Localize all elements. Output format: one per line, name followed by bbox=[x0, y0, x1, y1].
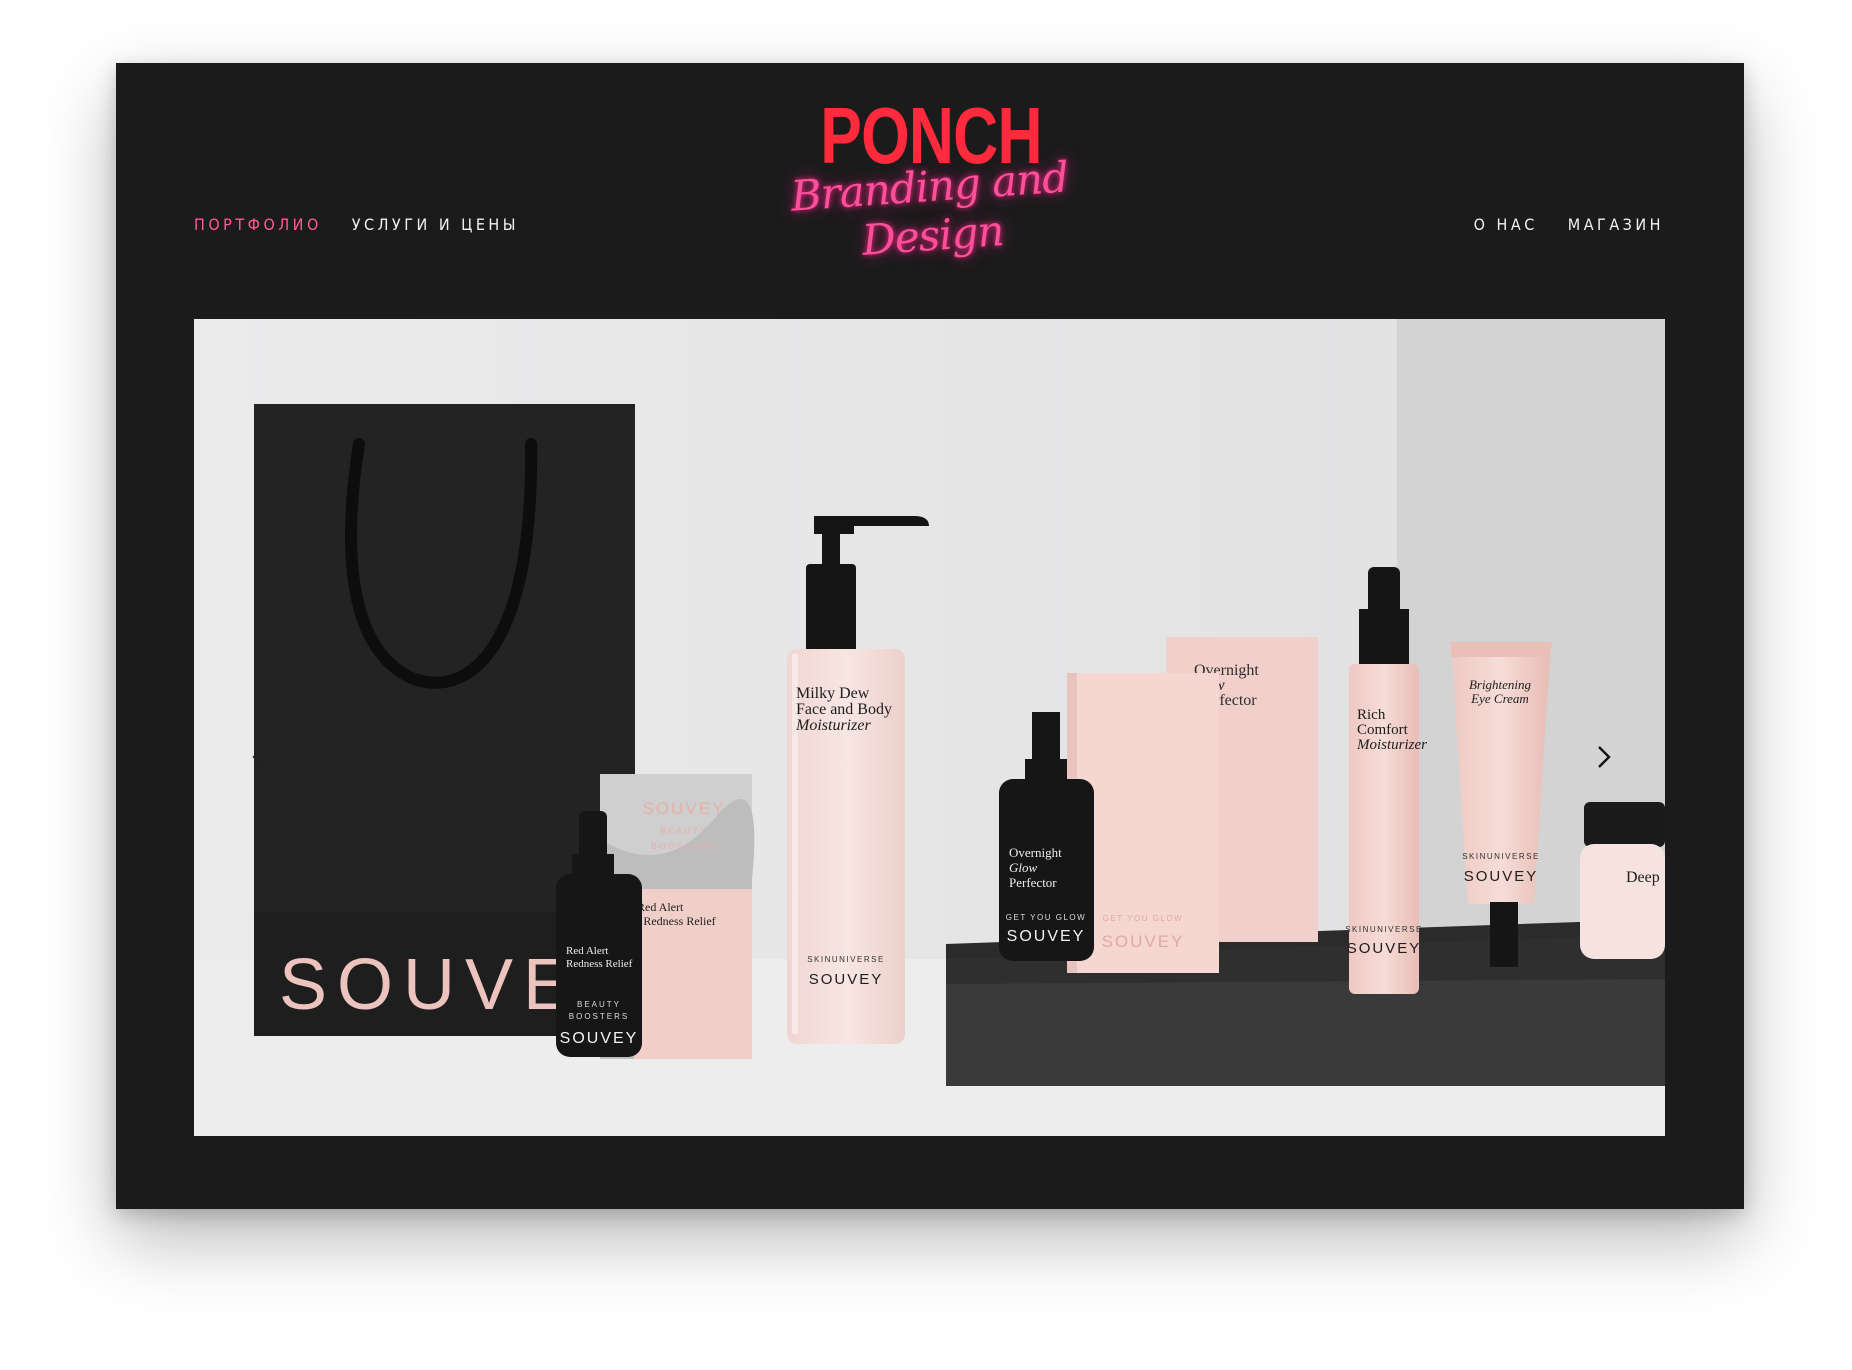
card-name2: / Redness Relief bbox=[637, 914, 716, 928]
rich-name3: Moisturizer bbox=[1356, 737, 1427, 753]
dropper2-name3: Perfector bbox=[1009, 875, 1057, 890]
nav-services-prices[interactable]: УСЛУГИ И ЦЕНЫ bbox=[352, 215, 519, 234]
eye-name1: Brightening bbox=[1469, 677, 1532, 692]
logo[interactable]: PONCH Branding and Design bbox=[736, 88, 1126, 265]
pump-sub: SKINUNIVERSE bbox=[807, 955, 885, 964]
card-line2: BOOSTERS bbox=[651, 841, 717, 851]
rich-sub: SKINUNIVERSE bbox=[1345, 925, 1423, 934]
rich-name1: Rich bbox=[1357, 707, 1386, 723]
card-line1: BEAUTY bbox=[660, 826, 708, 836]
eye-name2: Eye Cream bbox=[1470, 691, 1529, 706]
pump-name3: Moisturizer bbox=[795, 717, 871, 734]
jar-name: Deep bbox=[1626, 869, 1660, 886]
chevron-left-icon bbox=[252, 746, 265, 768]
nav-shop[interactable]: МАГАЗИН bbox=[1568, 215, 1664, 234]
dropper1-sub2: BOOSTERS bbox=[569, 1012, 629, 1021]
chevron-right-icon bbox=[1598, 746, 1611, 768]
dropper2-sub: GET YOU GLOW bbox=[1006, 913, 1086, 922]
slider-prev-button[interactable] bbox=[246, 737, 276, 777]
eye-brand: SOUVEY bbox=[1464, 868, 1539, 885]
dropper2-name1: Overnight bbox=[1009, 845, 1062, 860]
nav-about[interactable]: О НАС bbox=[1474, 215, 1538, 234]
eye-sub: SKINUNIVERSE bbox=[1462, 852, 1540, 861]
nav-portfolio[interactable]: ПОРТФОЛИО bbox=[194, 215, 322, 234]
dropper1-name1: Red Alert bbox=[566, 945, 608, 957]
pump-name2: Face and Body bbox=[796, 701, 892, 718]
dropper1-sub1: BEAUTY bbox=[577, 1000, 621, 1009]
box-name3: rfector bbox=[1214, 692, 1257, 709]
pump-brand: SOUVEY bbox=[809, 971, 884, 988]
pump-name1: Milky Dew bbox=[796, 685, 870, 702]
card-brand: SOUVEY bbox=[643, 799, 726, 818]
card-name1: Red Alert bbox=[637, 900, 684, 914]
rich-name2: Comfort bbox=[1357, 722, 1409, 738]
box-glow-brand: SOUVEY bbox=[1102, 932, 1185, 951]
nav-right: О НАС МАГАЗИН bbox=[1474, 215, 1664, 234]
dropper1-name2: Redness Relief bbox=[566, 958, 633, 970]
rich-brand: SOUVEY bbox=[1347, 940, 1422, 957]
jar: Deep bbox=[1580, 802, 1665, 959]
portfolio-slider: SOUVEY SOUVEY BEAUTY BOOSTERS Red Alert … bbox=[194, 319, 1665, 1136]
dropper2-name2: Glow bbox=[1009, 860, 1038, 875]
box-glow-sub: GET YOU GLOW bbox=[1103, 914, 1183, 923]
nav-left: ПОРТФОЛИО УСЛУГИ И ЦЕНЫ bbox=[194, 215, 519, 234]
dropper1-brand: SOUVEY bbox=[560, 1030, 639, 1047]
dropper2-brand: SOUVEY bbox=[1007, 928, 1086, 945]
slide-image: SOUVEY SOUVEY BEAUTY BOOSTERS Red Alert … bbox=[194, 319, 1665, 1136]
slider-next-button[interactable] bbox=[1589, 737, 1619, 777]
page-frame: ПОРТФОЛИО УСЛУГИ И ЦЕНЫ PONCH Branding an… bbox=[116, 63, 1744, 1209]
